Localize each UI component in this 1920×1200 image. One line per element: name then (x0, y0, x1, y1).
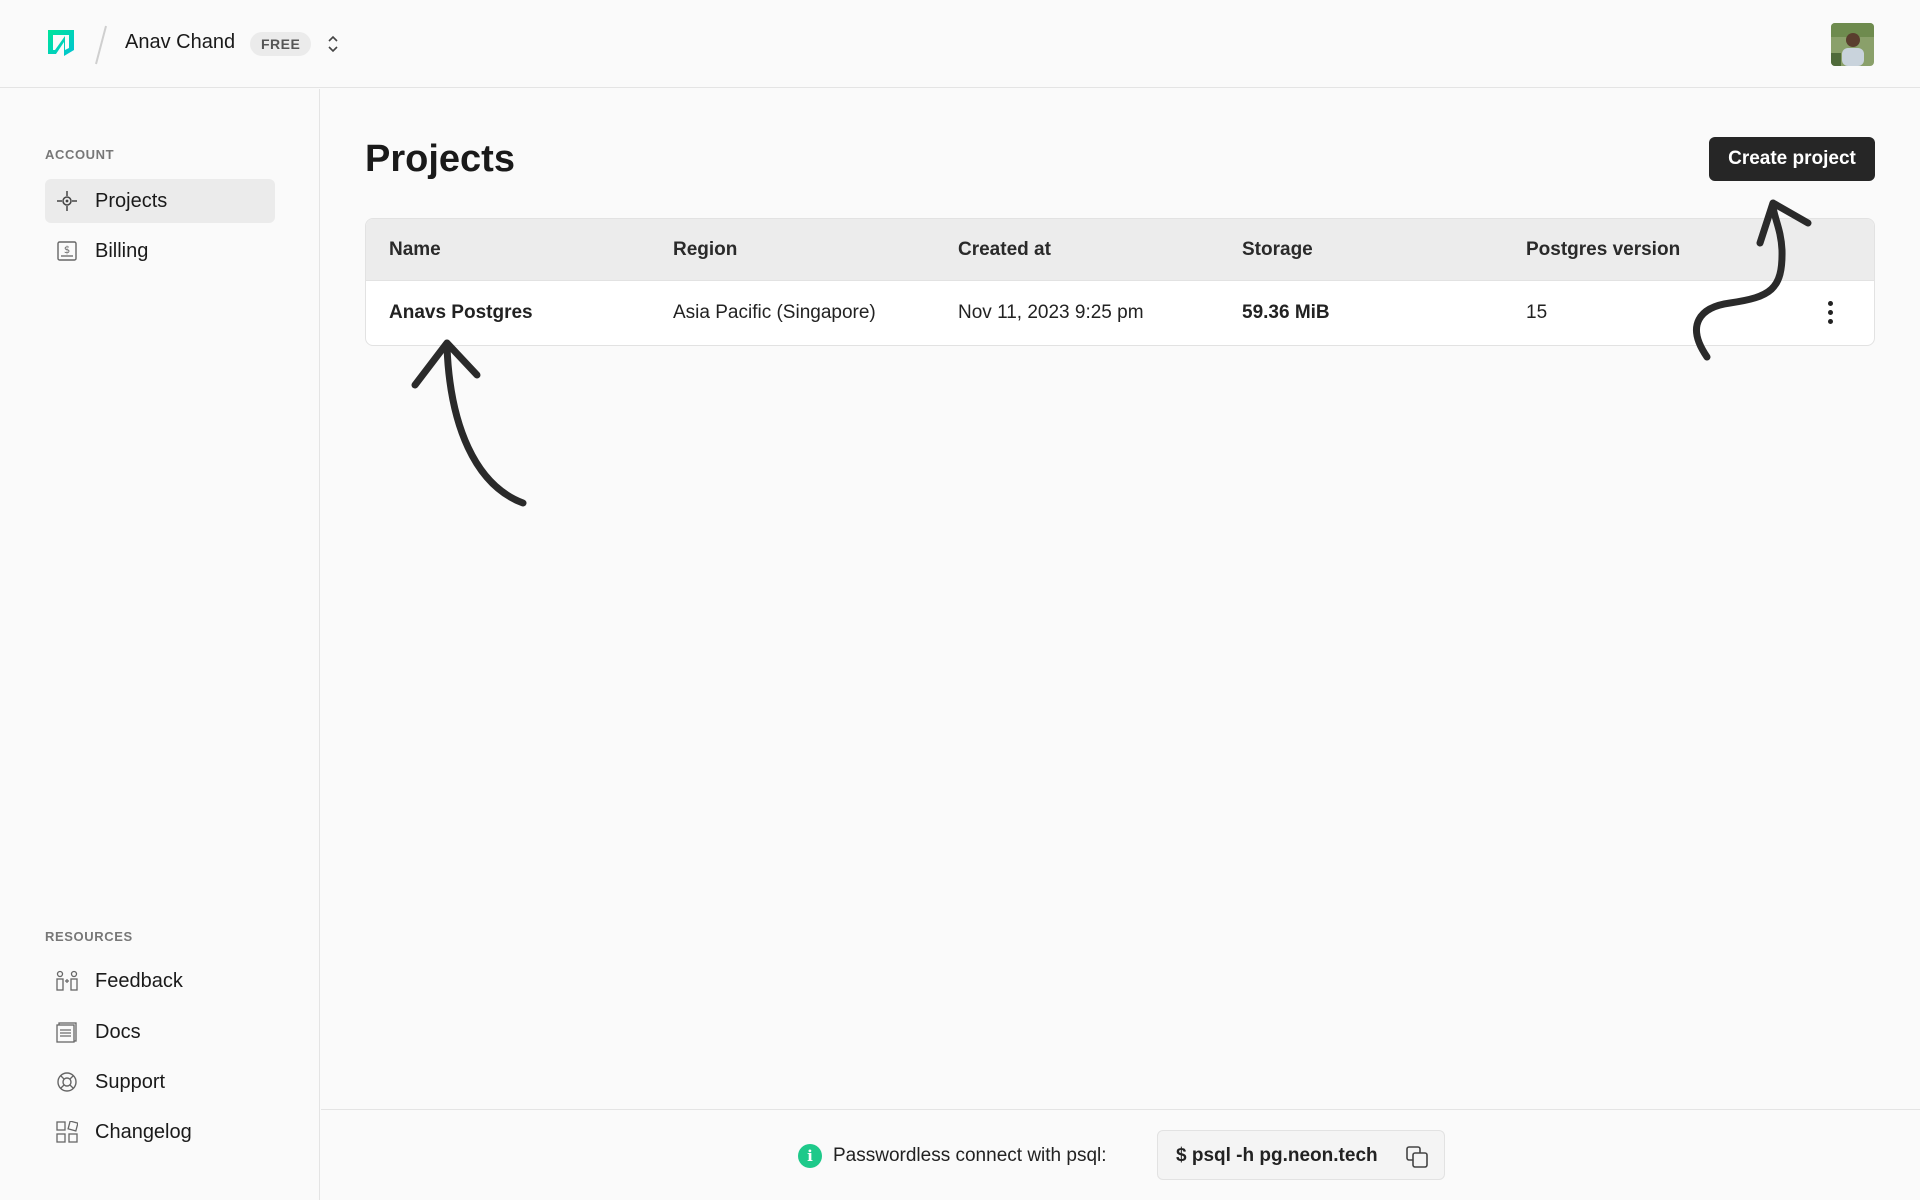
project-storage: 59.36 MiB (1242, 302, 1330, 323)
sidebar-item-label: Projects (95, 189, 168, 212)
sidebar-item-billing[interactable]: $ Billing (45, 229, 275, 273)
billing-icon: $ (55, 239, 79, 263)
page-title: Projects (365, 138, 515, 180)
user-avatar[interactable] (1831, 23, 1874, 66)
account-section-label: ACCOUNT (45, 147, 115, 162)
table-row[interactable]: Anavs Postgres Asia Pacific (Singapore) … (366, 281, 1874, 345)
create-project-button[interactable]: Create project (1709, 137, 1875, 181)
project-region: Asia Pacific (Singapore) (673, 302, 876, 323)
org-name[interactable]: Anav Chand (125, 31, 235, 54)
sidebar-item-projects[interactable]: Projects (45, 179, 275, 223)
plan-badge: FREE (250, 32, 312, 56)
top-bar: Anav Chand FREE (0, 0, 1920, 88)
sidebar-item-docs[interactable]: Docs (45, 1010, 275, 1054)
sidebar-item-support[interactable]: Support (45, 1060, 275, 1104)
sidebar-item-label: Changelog (95, 1120, 192, 1143)
column-header-region[interactable]: Region (673, 239, 737, 261)
resources-section-label: RESOURCES (45, 929, 133, 944)
sidebar-item-label: Docs (95, 1020, 141, 1043)
support-icon (55, 1070, 79, 1094)
column-header-created-at[interactable]: Created at (958, 239, 1051, 261)
more-options-icon[interactable] (1818, 297, 1842, 327)
sidebar-item-label: Billing (95, 239, 149, 262)
footer-bar: i Passwordless connect with psql: $ psql… (321, 1109, 1920, 1200)
psql-command-box[interactable]: $ psql -h pg.neon.tech (1157, 1130, 1445, 1180)
docs-icon (55, 1020, 79, 1044)
svg-text:$: $ (64, 245, 70, 256)
projects-icon (55, 189, 79, 213)
sidebar-item-label: Support (95, 1070, 166, 1093)
column-header-storage[interactable]: Storage (1242, 239, 1313, 261)
project-postgres-version: 15 (1526, 302, 1548, 323)
sidebar-item-feedback[interactable]: Feedback (45, 959, 275, 1003)
chevron-up-down-icon[interactable] (325, 33, 341, 55)
projects-table: Name Region Created at Storage Postgres … (365, 218, 1875, 346)
psql-command[interactable]: $ psql -h pg.neon.tech (1176, 1145, 1378, 1167)
psql-info-text: Passwordless connect with psql: (833, 1145, 1107, 1166)
copy-icon[interactable] (1405, 1145, 1429, 1169)
sidebar: ACCOUNT Projects $ Billing RESOURCES Fee… (0, 89, 320, 1200)
feedback-icon (55, 969, 79, 993)
info-icon: i (798, 1144, 822, 1168)
annotation-arrow-project (411, 339, 527, 507)
table-header: Name Region Created at Storage Postgres … (366, 219, 1874, 281)
neon-logo-icon[interactable] (44, 26, 78, 60)
column-header-name[interactable]: Name (389, 239, 441, 261)
sidebar-item-label: Feedback (95, 969, 183, 992)
column-header-postgres-version[interactable]: Postgres version (1526, 239, 1680, 261)
sidebar-item-changelog[interactable]: Changelog (45, 1110, 275, 1154)
breadcrumb-separator (95, 25, 107, 65)
project-created-at: Nov 11, 2023 9:25 pm (958, 302, 1144, 323)
project-name[interactable]: Anavs Postgres (389, 302, 533, 324)
changelog-icon (55, 1120, 79, 1144)
